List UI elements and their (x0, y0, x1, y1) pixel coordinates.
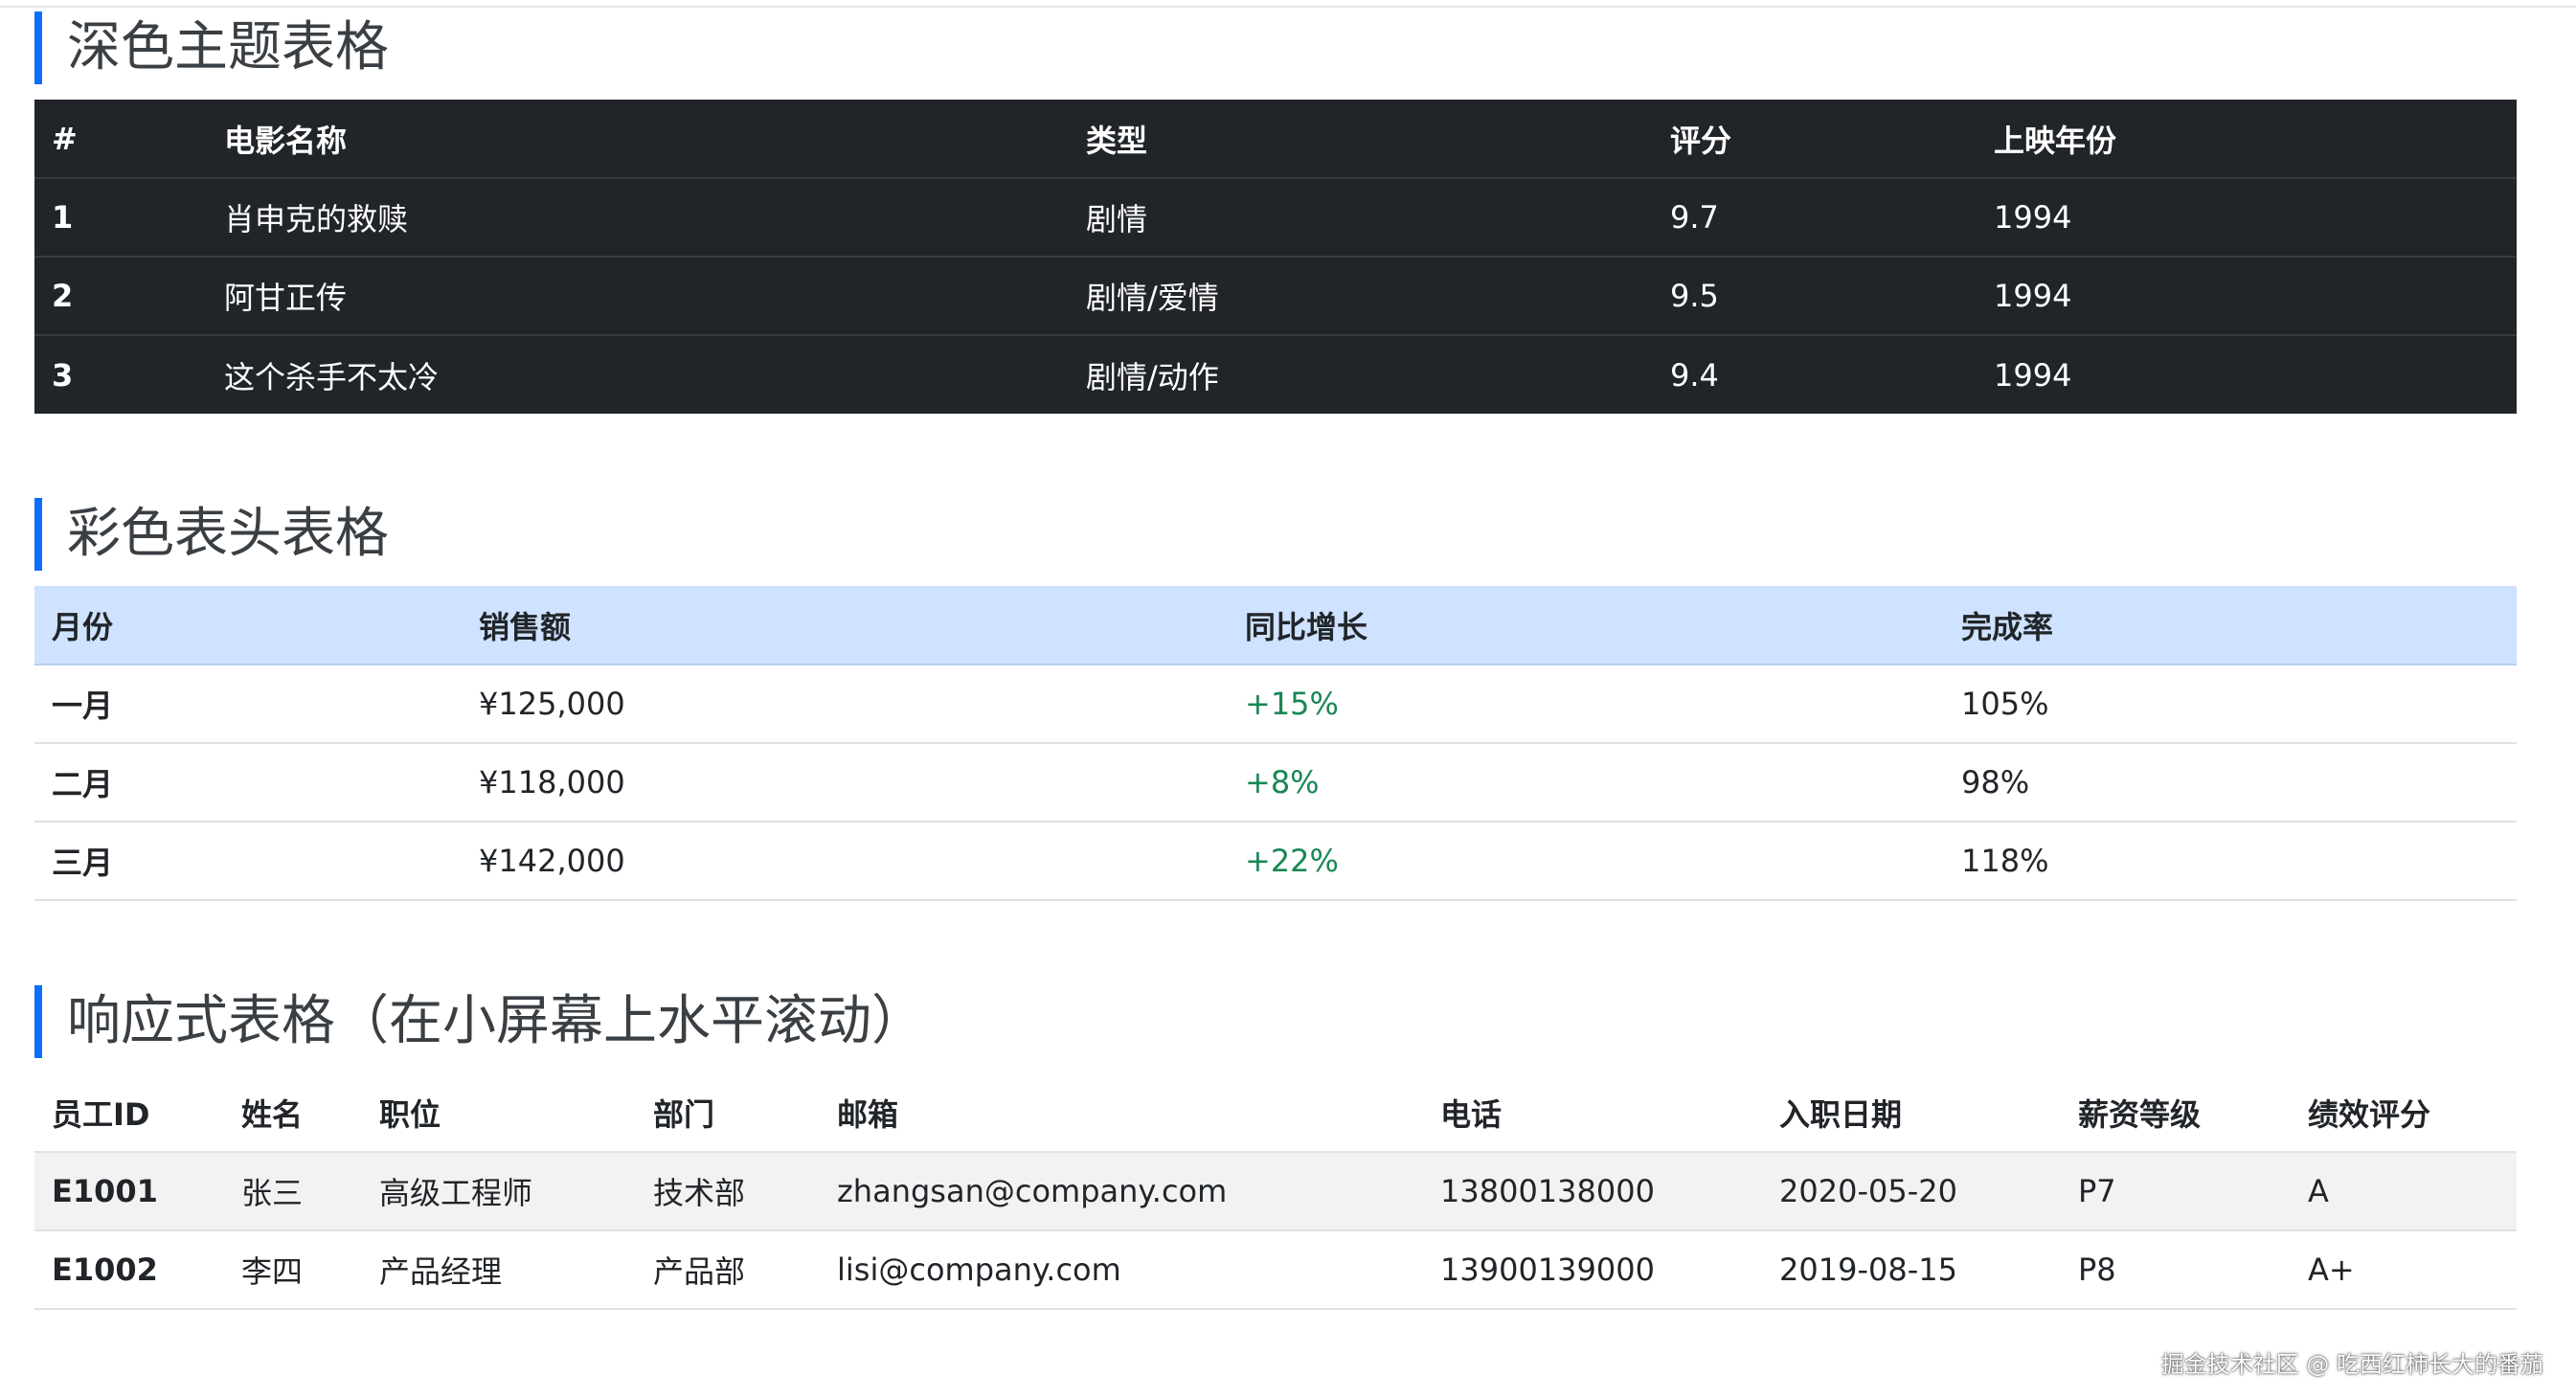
col-header-position: 职位 (362, 1073, 636, 1153)
responsive-table-title: 响应式表格（在小屏幕上水平滚动） (34, 985, 2517, 1058)
col-header-month: 月份 (34, 586, 462, 665)
cell-employee-id: E1002 (34, 1230, 224, 1310)
cell-salary-grade: P7 (2061, 1152, 2291, 1231)
cell-release-year: 1994 (1994, 356, 2072, 394)
cell-yoy-growth: +8% (1228, 743, 1944, 823)
cell-month: 三月 (34, 822, 462, 901)
cell-name: 张三 (224, 1152, 362, 1231)
col-header-sales: 销售额 (462, 586, 1228, 665)
cell-yoy-growth: +15% (1228, 665, 1944, 744)
cell-position: 高级工程师 (362, 1152, 636, 1231)
col-header-release-year: 上映年份 (1977, 100, 2517, 179)
col-header-email: 邮箱 (820, 1073, 1423, 1153)
cell-name: 李四 (224, 1230, 362, 1310)
col-header-phone: 电话 (1423, 1073, 1762, 1153)
cell-department: 技术部 (636, 1152, 820, 1231)
cell-sales: ¥142,000 (462, 822, 1228, 901)
col-header-hire-date: 入职日期 (1762, 1073, 2061, 1153)
cell-index: 3 (52, 356, 74, 394)
table-row: 三月 ¥142,000 +22% 118% (34, 822, 2517, 901)
table-row: 一月 ¥125,000 +15% 105% (34, 665, 2517, 744)
cell-rating: 9.7 (1653, 178, 1977, 258)
col-header-department: 部门 (636, 1073, 820, 1153)
col-header-performance: 绩效评分 (2291, 1073, 2517, 1153)
sales-table: 月份 销售额 同比增长 完成率 一月 ¥125,000 +15% 105% 二月… (34, 586, 2517, 901)
cell-email: lisi@company.com (820, 1230, 1423, 1310)
top-divider (0, 0, 2576, 8)
cell-salary-grade: P8 (2061, 1230, 2291, 1310)
cell-release-year: 1994 (1977, 257, 2517, 336)
cell-phone: 13900139000 (1423, 1230, 1762, 1310)
cell-completion-rate: 105% (1944, 665, 2517, 744)
table-row: 2 阿甘正传 剧情/爱情 9.5 1994 (34, 257, 2517, 336)
cell-sales: ¥118,000 (462, 743, 1228, 823)
cell-email: zhangsan@company.com (820, 1152, 1423, 1231)
table-header-row: # 电影名称 类型 评分 上映年份 (34, 100, 2517, 179)
cell-index: 2 (34, 257, 207, 336)
cell-index: 1 (34, 178, 207, 258)
cell-employee-id: E1001 (34, 1152, 224, 1231)
cell-sales: ¥125,000 (462, 665, 1228, 744)
cell-genre: 剧情/爱情 (1069, 257, 1653, 336)
cell-rating: 9.5 (1653, 257, 1977, 336)
cell-hire-date: 2019-08-15 (1762, 1230, 2061, 1310)
cell-yoy-growth: +22% (1228, 822, 1944, 901)
color-header-table-title: 彩色表头表格 (34, 498, 2517, 571)
dark-movie-table: # 电影名称 类型 评分 上映年份 1 肖申克的救赎 剧情 9.7 1994 2… (34, 100, 2517, 414)
cell-phone: 13800138000 (1423, 1152, 1762, 1231)
col-header-name: 姓名 (224, 1073, 362, 1153)
cell-month: 一月 (34, 665, 462, 744)
col-header-genre: 类型 (1069, 100, 1653, 179)
cell-movie-name: 这个杀手不太冷 (224, 358, 440, 395)
table-row: E1002 李四 产品经理 产品部 lisi@company.com 13900… (34, 1230, 2517, 1310)
page-content: 深色主题表格 # 电影名称 类型 评分 上映年份 1 肖申克的救赎 剧情 9.7… (34, 11, 2517, 1310)
cell-genre: 剧情/动作 (1086, 358, 1219, 395)
cell-release-year: 1994 (1977, 178, 2517, 258)
cell-rating: 9.4 (1670, 356, 1719, 394)
cell-completion-rate: 118% (1944, 822, 2517, 901)
col-header-movie-name: 电影名称 (207, 100, 1069, 179)
table-header-row: 员工ID 姓名 职位 部门 邮箱 电话 入职日期 薪资等级 绩效评分 (34, 1073, 2517, 1153)
col-header-yoy-growth: 同比增长 (1228, 586, 1944, 665)
col-header-completion-rate: 完成率 (1944, 586, 2517, 665)
cell-performance: A (2291, 1152, 2517, 1231)
employee-table: 员工ID 姓名 职位 部门 邮箱 电话 入职日期 薪资等级 绩效评分 E1001… (34, 1073, 2517, 1310)
cell-completion-rate: 98% (1944, 743, 2517, 823)
dark-table-title: 深色主题表格 (34, 11, 2517, 84)
table-row: 3 这个杀手不太冷 剧情/动作 9.4 1994 (34, 335, 2517, 414)
cell-genre: 剧情 (1069, 178, 1653, 258)
col-header-employee-id: 员工ID (34, 1073, 224, 1153)
cell-month: 二月 (34, 743, 462, 823)
col-header-salary-grade: 薪资等级 (2061, 1073, 2291, 1153)
cell-position: 产品经理 (362, 1230, 636, 1310)
col-header-index: # (34, 100, 207, 179)
cell-performance: A+ (2291, 1230, 2517, 1310)
table-header-row: 月份 销售额 同比增长 完成率 (34, 586, 2517, 665)
table-row: 二月 ¥118,000 +8% 98% (34, 743, 2517, 823)
cell-movie-name: 阿甘正传 (207, 257, 1069, 336)
cell-hire-date: 2020-05-20 (1762, 1152, 2061, 1231)
col-header-rating: 评分 (1653, 100, 1977, 179)
table-row: 1 肖申克的救赎 剧情 9.7 1994 (34, 178, 2517, 258)
cell-department: 产品部 (636, 1230, 820, 1310)
cell-movie-name: 肖申克的救赎 (207, 178, 1069, 258)
table-row: E1001 张三 高级工程师 技术部 zhangsan@company.com … (34, 1152, 2517, 1231)
watermark-text: 掘金技术社区 @ 吃西红柿长大的番茄 (2160, 1351, 2543, 1378)
